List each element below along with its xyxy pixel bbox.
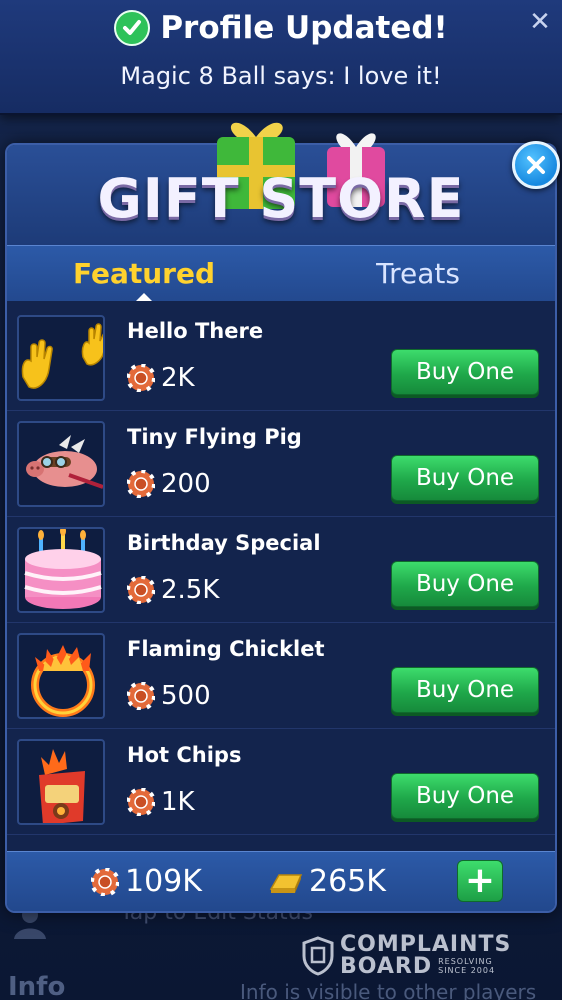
- item-price: 200: [127, 469, 211, 499]
- item-thumbnail: [17, 421, 105, 507]
- item-thumbnail: [17, 527, 105, 613]
- watermark-tag2: SINCE 2004: [438, 966, 496, 975]
- item-price-value: 2K: [161, 363, 195, 393]
- waving-hands-icon: [21, 323, 103, 389]
- watermark-line2: BOARD: [340, 954, 433, 979]
- close-button[interactable]: [512, 141, 560, 189]
- balance-bar: 109K 265K +: [7, 851, 555, 911]
- list-item: Hot Chips 1K Buy One: [7, 729, 555, 835]
- chip-icon: [127, 682, 155, 710]
- watermark-tag1: RESOLVING: [438, 957, 493, 967]
- shield-icon: [302, 936, 334, 976]
- buy-one-button[interactable]: Buy One: [391, 667, 539, 713]
- item-price: 500: [127, 681, 211, 711]
- notification-close-icon[interactable]: ✕: [528, 9, 552, 35]
- item-price-value: 500: [161, 681, 211, 711]
- hot-chips-icon: [39, 749, 85, 823]
- buy-one-button[interactable]: Buy One: [391, 773, 539, 819]
- item-name: Flaming Chicklet: [127, 637, 325, 661]
- notification-title-row: Profile Updated!: [0, 10, 562, 46]
- list-item: Flaming Chicklet 500 Buy One: [7, 623, 555, 729]
- item-thumbnail: [17, 633, 105, 719]
- watermark-tagline: RESOLVING SINCE 2004: [438, 957, 496, 976]
- item-price: 2K: [127, 363, 195, 393]
- gold-balance: 265K: [269, 864, 386, 899]
- watermark-text: COMPLAINTS BOARD RESOLVING SINCE 2004: [340, 934, 511, 978]
- check-icon: [114, 10, 151, 46]
- item-name: Hello There: [127, 319, 264, 343]
- background-info-note: Info is visible to other players: [240, 980, 537, 1000]
- list-item: Tiny Flying Pig 200 Buy One: [7, 411, 555, 517]
- notification-subtitle: Magic 8 Ball says: I love it!: [120, 62, 442, 90]
- chips-balance: 109K: [91, 864, 202, 899]
- add-currency-button[interactable]: +: [457, 860, 503, 902]
- item-thumbnail: [17, 315, 105, 401]
- watermark-line2-row: BOARD RESOLVING SINCE 2004: [340, 956, 511, 978]
- notification-banner[interactable]: Profile Updated! Magic 8 Ball says: I lo…: [0, 0, 562, 115]
- flying-pig-icon: [26, 435, 103, 489]
- tab-treats-label: Treats: [376, 257, 460, 290]
- chip-icon: [127, 576, 155, 604]
- watermark-line1: COMPLAINTS: [340, 932, 512, 957]
- chip-icon: [127, 788, 155, 816]
- flaming-ring-icon: [31, 645, 95, 717]
- modal-header: GIFT STORE: [7, 122, 555, 245]
- item-thumbnail: [17, 739, 105, 825]
- gift-store-title: GIFT STORE: [97, 167, 465, 230]
- gift-store-modal: GIFT STORE Featured Treats Hello There 2…: [5, 122, 560, 913]
- item-name: Birthday Special: [127, 531, 321, 555]
- list-item: Birthday Special 2.5K Buy One: [7, 517, 555, 623]
- watermark-logo: COMPLAINTS BOARD RESOLVING SINCE 2004: [302, 934, 511, 978]
- tab-treats[interactable]: Treats: [281, 246, 555, 301]
- item-name: Tiny Flying Pig: [127, 425, 302, 449]
- gold-bar-icon: [269, 873, 303, 893]
- item-price-value: 1K: [161, 787, 195, 817]
- buy-one-button[interactable]: Buy One: [391, 349, 539, 395]
- tab-featured[interactable]: Featured: [7, 246, 281, 301]
- chip-icon: [91, 867, 119, 896]
- item-price: 1K: [127, 787, 195, 817]
- store-tabs: Featured Treats: [7, 245, 555, 301]
- buy-one-button[interactable]: Buy One: [391, 561, 539, 607]
- item-price-value: 2.5K: [161, 575, 220, 605]
- tab-featured-label: Featured: [72, 257, 216, 290]
- chip-icon: [127, 364, 155, 392]
- gift-list[interactable]: Hello There 2K Buy One Tiny Flying Pig 2…: [7, 305, 555, 845]
- notification-title: Profile Updated!: [160, 10, 448, 46]
- item-name: Hot Chips: [127, 743, 242, 767]
- chip-icon: [127, 470, 155, 498]
- close-icon: [527, 156, 545, 174]
- gold-balance-value: 265K: [309, 864, 386, 899]
- background-info-label: Info: [8, 972, 66, 1000]
- item-price: 2.5K: [127, 575, 219, 605]
- list-item: Hello There 2K Buy One: [7, 305, 555, 411]
- item-price-value: 200: [161, 469, 211, 499]
- buy-one-button[interactable]: Buy One: [391, 455, 539, 501]
- tab-active-indicator: [136, 293, 152, 301]
- chips-balance-value: 109K: [125, 864, 202, 899]
- birthday-cake-icon: [24, 529, 102, 609]
